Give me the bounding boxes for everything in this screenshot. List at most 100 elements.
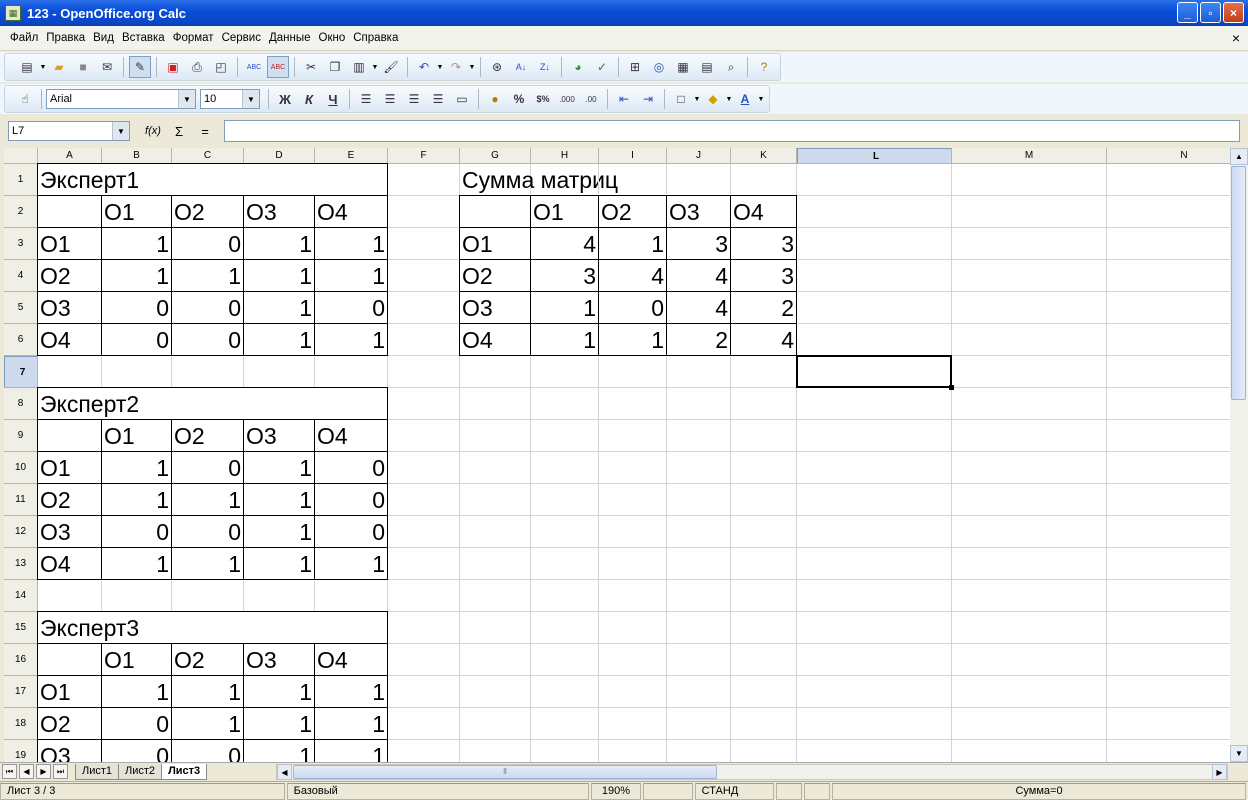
cell-h19[interactable] (531, 740, 599, 762)
undo-icon[interactable]: ↶ (413, 56, 435, 78)
zoom-icon[interactable]: ⌕ (720, 56, 742, 78)
cell-g4[interactable]: O2 (459, 259, 531, 292)
background-dropdown-icon[interactable]: ▼ (725, 96, 733, 103)
row-header-4[interactable]: 4 (4, 260, 38, 292)
save-icon[interactable]: ■ (72, 56, 94, 78)
cell-g2[interactable] (459, 195, 531, 228)
cell-k10[interactable] (731, 452, 797, 484)
cell-a13[interactable]: O4 (37, 547, 102, 580)
align-center-icon[interactable]: ☰ (379, 88, 401, 110)
cell-h18[interactable] (531, 708, 599, 740)
cell-l15[interactable] (797, 612, 952, 644)
cell-m7[interactable] (952, 356, 1107, 388)
row-header-17[interactable]: 17 (4, 676, 38, 708)
row-header-11[interactable]: 11 (4, 484, 38, 516)
row-header-6[interactable]: 6 (4, 324, 38, 356)
cell-g17[interactable] (460, 676, 531, 708)
cell-l5[interactable] (797, 292, 952, 324)
cell-c13[interactable]: 1 (171, 547, 244, 580)
cell-g15[interactable] (460, 612, 531, 644)
cell-d12[interactable]: 1 (243, 515, 315, 548)
cell-h3[interactable]: 4 (530, 227, 599, 260)
cell-k6[interactable]: 4 (730, 323, 797, 356)
sheet-tab-1[interactable]: Лист1 (75, 763, 120, 780)
cell-l18[interactable] (797, 708, 952, 740)
cell-m6[interactable] (952, 324, 1107, 356)
cell-n11[interactable] (1107, 484, 1230, 516)
cell-h4[interactable]: 3 (530, 259, 599, 292)
cell-g19[interactable] (460, 740, 531, 762)
cell-l6[interactable] (797, 324, 952, 356)
font-size-select[interactable]: 10 ▼ (200, 89, 260, 109)
chevron-down-icon[interactable]: ▼ (178, 90, 195, 108)
menu-help[interactable]: Справка (349, 32, 402, 44)
cell-b9[interactable]: O1 (101, 419, 172, 452)
column-header-m[interactable]: M (952, 148, 1107, 164)
cell-i8[interactable] (599, 388, 667, 420)
undo-dropdown-icon[interactable]: ▼ (436, 64, 444, 71)
cell-g10[interactable] (460, 452, 531, 484)
cell-f6[interactable] (388, 324, 460, 356)
chevron-down-icon[interactable]: ▼ (112, 122, 129, 140)
scroll-down-icon[interactable]: ▼ (1230, 745, 1248, 762)
cell-c19[interactable]: 0 (171, 739, 244, 762)
cell-f15[interactable] (388, 612, 460, 644)
cell-j2[interactable]: O3 (666, 195, 731, 228)
paste-icon[interactable]: ▥ (348, 56, 370, 78)
cell-i19[interactable] (599, 740, 667, 762)
cell-k19[interactable] (731, 740, 797, 762)
cell-d9[interactable]: O3 (243, 419, 315, 452)
cell-b3[interactable]: 1 (101, 227, 172, 260)
cell-b2[interactable]: O1 (101, 195, 172, 228)
cell-e2[interactable]: O4 (314, 195, 388, 228)
row-header-3[interactable]: 3 (4, 228, 38, 260)
function-wizard-button[interactable]: f(x) (140, 125, 166, 137)
cell-a14[interactable] (38, 580, 102, 612)
cell-e17[interactable]: 1 (314, 675, 388, 708)
cell-b13[interactable]: 1 (101, 547, 172, 580)
cell-l13[interactable] (797, 548, 952, 580)
cell-j15[interactable] (667, 612, 731, 644)
row-header-9[interactable]: 9 (4, 420, 38, 452)
cell-e4[interactable]: 1 (314, 259, 388, 292)
cell-k12[interactable] (731, 516, 797, 548)
cell-n5[interactable] (1107, 292, 1230, 324)
cell-k2[interactable]: O4 (730, 195, 797, 228)
cell-i17[interactable] (599, 676, 667, 708)
cell-a6[interactable]: O4 (37, 323, 102, 356)
cell-a5[interactable]: O3 (37, 291, 102, 324)
cell-i6[interactable]: 1 (598, 323, 667, 356)
cell-m11[interactable] (952, 484, 1107, 516)
cell-g5[interactable]: O3 (459, 291, 531, 324)
cell-c5[interactable]: 0 (171, 291, 244, 324)
cell-n3[interactable] (1107, 228, 1230, 260)
cell-i13[interactable] (599, 548, 667, 580)
cell-n15[interactable] (1107, 612, 1230, 644)
cell-h6[interactable]: 1 (530, 323, 599, 356)
cell-h2[interactable]: O1 (530, 195, 599, 228)
cell-k9[interactable] (731, 420, 797, 452)
cell-b12[interactable]: 0 (101, 515, 172, 548)
cell-m9[interactable] (952, 420, 1107, 452)
page-preview-icon[interactable]: ◰ (210, 56, 232, 78)
email-icon[interactable]: ✉ (96, 56, 118, 78)
cell-a19[interactable]: O3 (37, 739, 102, 762)
cell-m8[interactable] (952, 388, 1107, 420)
cell-d4[interactable]: 1 (243, 259, 315, 292)
next-sheet-icon[interactable]: ▶ (36, 764, 51, 779)
cell-i16[interactable] (599, 644, 667, 676)
cell-k8[interactable] (731, 388, 797, 420)
cell-b14[interactable] (102, 580, 172, 612)
cell-d16[interactable]: O3 (243, 643, 315, 676)
sheet-tab-2[interactable]: Лист2 (118, 763, 163, 780)
font-color-dropdown-icon[interactable]: ▼ (757, 96, 765, 103)
cell-b10[interactable]: 1 (101, 451, 172, 484)
spreadsheet-grid[interactable]: A B C D E F G H I J K L M N 1 2 3 4 5 6 7 8 9 10 11 12 13 14 15 16 17 1… (4, 148, 1230, 762)
cell-k18[interactable] (731, 708, 797, 740)
navigator-icon[interactable]: ◎ (648, 56, 670, 78)
cell-g6[interactable]: O4 (459, 323, 531, 356)
cell-a18[interactable]: O2 (37, 707, 102, 740)
cell-a4[interactable]: O2 (37, 259, 102, 292)
cell-j10[interactable] (667, 452, 731, 484)
find-replace-icon[interactable]: ⊞ (624, 56, 646, 78)
